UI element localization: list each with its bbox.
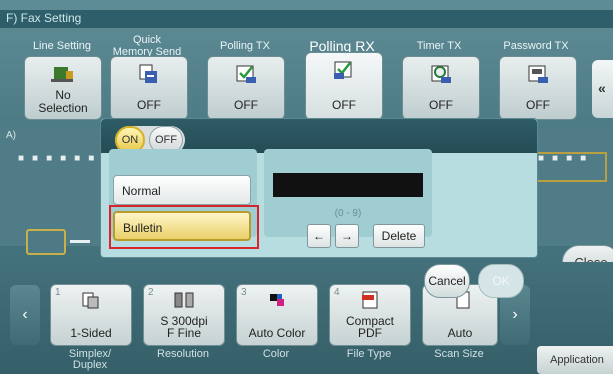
tab-value: OFF [332,98,356,112]
chevron-left-icon: ‹ [22,306,28,323]
timer-tx-icon [431,65,451,83]
setting-label-resolution: Resolution [157,348,209,360]
option-normal[interactable]: Normal [113,175,251,205]
delete-button[interactable]: Delete [373,224,425,248]
setting-value: S 300dpi F Fine [160,314,208,340]
line-setting-icon [51,67,73,82]
application-button[interactable]: Application [537,346,613,374]
progress-dots-left: ■■■■■■ [18,153,103,164]
title-bar [0,10,613,28]
tab-polling-rx[interactable]: OFF [305,52,383,120]
tab-quick-memory-send[interactable]: OFF [110,56,188,120]
setting-file-type[interactable]: 4 Compact PDF [329,284,411,346]
setting-color[interactable]: 3 Auto Color [236,284,318,346]
tab-polling-tx[interactable]: OFF [207,56,285,120]
tab-label-quick-memory-send: Quick Memory Send [112,34,182,58]
setting-number: 4 [334,287,340,298]
double-chevron-left-icon: « [598,80,606,96]
polling-tx-icon [236,65,256,83]
tab-label-line-setting: Line Setting [32,40,92,52]
polling-rx-icon [334,61,352,79]
color-icon [270,294,284,306]
setting-label-simplex: Simplex/ Duplex [68,348,112,371]
setting-value: Compact PDF [345,314,395,340]
selection-highlight [109,205,259,249]
setting-value: Auto [447,326,473,340]
setting-number: 1 [55,287,61,298]
tab-timer-tx[interactable]: OFF [402,56,480,120]
tab-value: No Selection [38,88,88,115]
setting-label-file-type: File Type [346,348,392,360]
scroll-tabs-left-button[interactable]: « [592,60,613,118]
setting-value: 1-Sided [70,326,112,340]
scroll-settings-left-button[interactable]: ‹ [10,285,40,345]
polling-rx-dialog: ON OFF Normal Bulletin (0 - 9) ← → Delet… [100,118,538,258]
setting-number: 2 [148,287,154,298]
line-view-button[interactable] [26,229,66,255]
window-title: F) Fax Setting [6,11,82,25]
view-icon[interactable]: ▬▬ [70,235,90,246]
tab-value: OFF [234,98,258,112]
cursor-left-button[interactable]: ← [307,224,331,248]
setting-simplex[interactable]: 1 1-Sided [50,284,132,346]
tab-value: OFF [429,98,453,112]
ok-button[interactable]: OK [478,264,524,298]
tab-label-more: F [560,40,613,52]
tab-value: OFF [526,98,550,112]
setting-value: Auto Color [248,326,306,340]
cursor-right-button[interactable]: → [335,224,359,248]
setting-label-scan-size: Scan Size [434,348,484,360]
password-tx-icon [528,65,548,83]
tab-label-polling-rx: Polling RX [309,38,375,54]
setting-label-color: Color [262,348,290,360]
setting-resolution[interactable]: 2 S 300dpi F Fine [143,284,225,346]
simplex-icon [82,292,99,309]
setting-number: 3 [241,287,247,298]
tab-label-timer-tx: Timer TX [416,40,462,52]
chevron-right-icon: › [512,306,518,323]
tab-password-tx[interactable]: OFF [499,56,577,120]
highlight-frame [533,152,607,182]
quick-memory-send-icon [139,64,157,83]
resolution-icon [174,292,194,308]
number-range: (0 - 9) [334,208,362,219]
compact-pdf-icon [362,291,378,309]
tab-value: OFF [137,98,161,112]
number-display [273,173,423,197]
tab-label-polling-tx: Polling TX [220,40,270,52]
tab-line-setting[interactable]: No Selection [24,56,102,120]
area-label: A) [6,130,16,141]
cancel-button[interactable]: Cancel [424,264,470,298]
